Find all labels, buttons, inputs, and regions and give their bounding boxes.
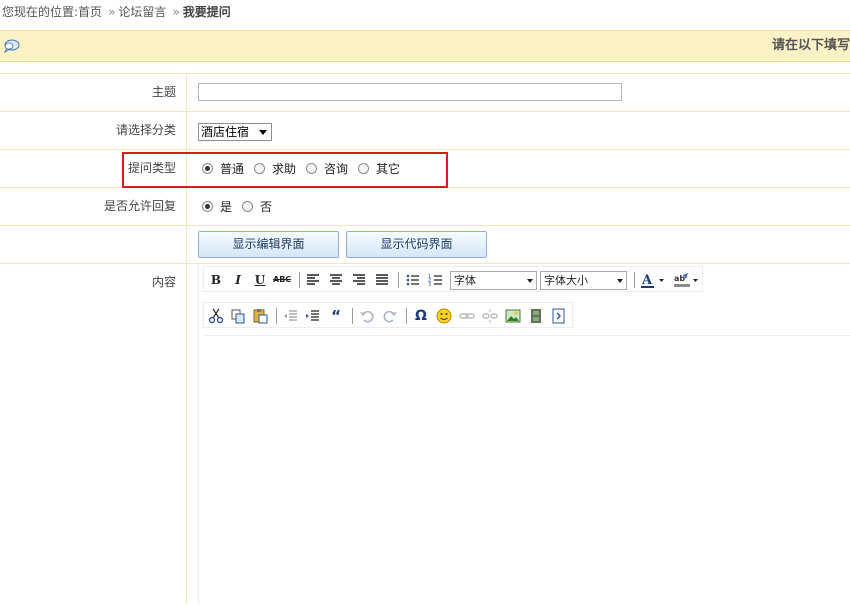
align-justify-icon[interactable] (373, 271, 391, 289)
image-icon[interactable] (504, 307, 522, 325)
form-row-content: 内容 B I U ABC 123 字体 字体大小 A ab “ Ω (0, 264, 850, 604)
allow-reply-label: 是否允许回复 (0, 188, 187, 225)
category-label: 请选择分类 (0, 112, 187, 149)
editor-toolbar-row-1: B I U ABC 123 字体 字体大小 A ab (203, 266, 703, 292)
font-size-select-value: 字体大小 (544, 274, 588, 287)
form-banner: 请在以下填写 (0, 30, 850, 62)
outdent-icon[interactable] (282, 307, 300, 325)
toolbar-divider (352, 308, 353, 324)
toolbar-divider (276, 308, 277, 324)
svg-text:A: A (641, 273, 653, 288)
numbered-list-icon[interactable]: 123 (427, 271, 445, 289)
content-label: 内容 (0, 264, 187, 604)
dropdown-arrow-icon (617, 279, 623, 283)
unlink-icon[interactable] (481, 307, 499, 325)
editor-content-area[interactable] (203, 335, 850, 605)
show-code-button[interactable]: 显示代码界面 (346, 231, 487, 258)
breadcrumb-forum[interactable]: 论坛留言 (118, 5, 166, 19)
undo-icon[interactable] (358, 307, 376, 325)
highlight-color-icon[interactable]: ab (673, 271, 701, 289)
blockquote-icon[interactable]: “ (327, 307, 345, 325)
breadcrumb: 您现在的位置:首页» 论坛留言» 我要提问 (2, 3, 231, 21)
toolbar-divider (406, 308, 407, 324)
bulleted-list-icon[interactable] (404, 271, 422, 289)
form-row-editor-mode: 显示编辑界面 显示代码界面 (0, 226, 850, 264)
toolbar-divider (398, 272, 399, 288)
highlight-box (122, 152, 448, 188)
dropdown-arrow-icon (259, 130, 267, 135)
allow-reply-radio-no[interactable] (242, 201, 254, 212)
cut-icon[interactable] (207, 307, 225, 325)
breadcrumb-separator: » (172, 5, 180, 19)
paste-icon[interactable] (251, 307, 269, 325)
allow-reply-label-no[interactable]: 否 (260, 198, 272, 215)
font-color-icon[interactable]: A (640, 271, 668, 289)
form-row-subject: 主题 (0, 74, 850, 112)
subject-input[interactable] (198, 83, 622, 101)
smiley-icon[interactable] (435, 307, 453, 325)
align-left-icon[interactable] (304, 271, 322, 289)
media-icon[interactable] (527, 307, 545, 325)
chat-bubble-icon (3, 39, 20, 54)
align-center-icon[interactable] (327, 271, 345, 289)
special-char-icon[interactable]: Ω (412, 307, 430, 325)
show-editor-button[interactable]: 显示编辑界面 (198, 231, 339, 258)
rich-text-editor: B I U ABC 123 字体 字体大小 A ab “ Ω (198, 264, 850, 604)
editor-mode-label-cell (0, 226, 187, 263)
form-row-allow-reply: 是否允许回复 是 否 (0, 188, 850, 226)
font-size-select[interactable]: 字体大小 (540, 271, 627, 290)
svg-text:3: 3 (428, 282, 431, 288)
italic-icon[interactable]: I (229, 271, 247, 289)
font-family-select-value: 字体 (454, 274, 476, 287)
source-icon[interactable] (550, 307, 568, 325)
bold-icon[interactable]: B (207, 271, 225, 289)
underline-icon[interactable]: U (251, 271, 269, 289)
breadcrumb-current: 我要提问 (182, 5, 231, 19)
dropdown-arrow-icon (527, 279, 533, 283)
toolbar-divider (299, 272, 300, 288)
breadcrumb-separator: » (108, 5, 116, 19)
editor-toolbar-row-2: “ Ω (203, 302, 573, 328)
banner-title: 请在以下填写 (771, 38, 850, 53)
breadcrumb-home[interactable]: 首页 (78, 5, 102, 19)
copy-icon[interactable] (229, 307, 247, 325)
allow-reply-radio-yes[interactable] (202, 201, 213, 212)
strikethrough-icon[interactable]: ABC (273, 271, 291, 289)
align-right-icon[interactable] (350, 271, 368, 289)
category-select[interactable]: 酒店住宿 (198, 123, 272, 141)
toolbar-divider (634, 272, 635, 288)
link-icon[interactable] (458, 307, 476, 325)
indent-icon[interactable] (304, 307, 322, 325)
allow-reply-label-yes[interactable]: 是 (220, 198, 232, 215)
breadcrumb-prefix: 您现在的位置: (2, 5, 79, 19)
font-family-select[interactable]: 字体 (450, 271, 537, 290)
redo-icon[interactable] (381, 307, 399, 325)
subject-label: 主题 (0, 74, 187, 111)
form-row-category: 请选择分类 酒店住宿 (0, 112, 850, 150)
category-selected-value: 酒店住宿 (201, 125, 250, 139)
